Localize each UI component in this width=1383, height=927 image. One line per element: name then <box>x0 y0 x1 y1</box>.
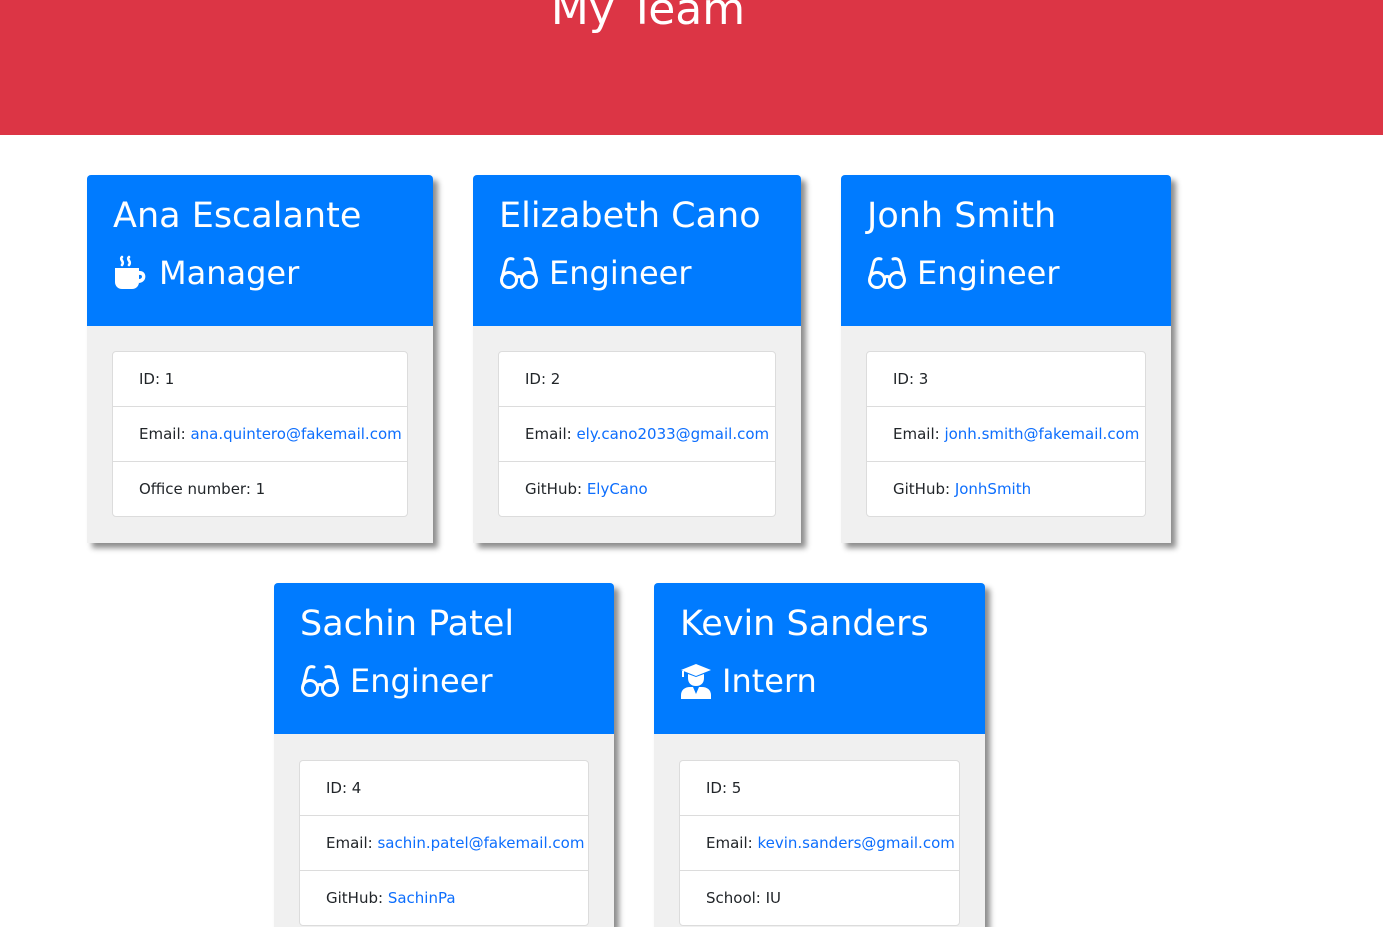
email-label: Email: <box>326 834 378 852</box>
details-list: ID: 3 Email: jonh.smith@fakemail.com Git… <box>866 351 1146 517</box>
list-item-email: Email: sachin.patel@fakemail.com <box>300 815 588 870</box>
card-header: Kevin Sanders Intern <box>654 583 985 734</box>
email-link[interactable]: kevin.sanders@gmail.com <box>757 834 954 852</box>
github-label: GitHub: <box>525 480 587 498</box>
list-item-email: Email: ana.quintero@fakemail.com <box>113 406 407 461</box>
email-label: Email: <box>893 425 945 443</box>
list-item-github: GitHub: SachinPa <box>300 870 588 925</box>
role-label: Engineer <box>917 254 1060 292</box>
id-label: ID: <box>139 370 165 388</box>
list-item-email: Email: kevin.sanders@gmail.com <box>680 815 959 870</box>
list-item-github: GitHub: ElyCano <box>499 461 775 516</box>
id-label: ID: <box>326 779 352 797</box>
github-label: GitHub: <box>326 889 388 907</box>
list-item-id: ID: 2 <box>499 352 775 406</box>
list-item-school: School: IU <box>680 870 959 925</box>
details-list: ID: 4 Email: sachin.patel@fakemail.com G… <box>299 760 589 926</box>
employee-name: Sachin Patel <box>300 604 515 644</box>
email-link[interactable]: jonh.smith@fakemail.com <box>944 425 1139 443</box>
glasses-icon <box>868 257 906 289</box>
employee-card: Kevin Sanders Intern ID: 5 Email: kevin.… <box>654 583 985 927</box>
list-item-id: ID: 4 <box>300 761 588 815</box>
id-label: ID: <box>525 370 551 388</box>
github-link[interactable]: ElyCano <box>587 480 648 498</box>
id-value: 2 <box>550 370 561 388</box>
id-value: 3 <box>918 370 929 388</box>
office-label: Office number: <box>139 480 256 498</box>
page-title: My Team <box>550 0 746 35</box>
employee-role: Manager <box>113 253 433 293</box>
employee-card: Sachin Patel Engineer ID: 4 Email: sachi… <box>274 583 614 927</box>
employee-name: Kevin Sanders <box>680 604 929 644</box>
list-item-id: ID: 1 <box>113 352 407 406</box>
card-header: Elizabeth Cano Engineer <box>473 175 801 326</box>
employee-name: Jonh Smith <box>867 196 1057 236</box>
id-value: 1 <box>164 370 175 388</box>
list-item-email: Email: ely.cano2033@gmail.com <box>499 406 775 461</box>
id-label: ID: <box>706 779 732 797</box>
role-label: Intern <box>722 662 817 700</box>
role-label: Manager <box>159 254 300 292</box>
employee-card: Jonh Smith Engineer ID: 3 Email: jonh.sm… <box>841 175 1171 543</box>
employee-name: Elizabeth Cano <box>499 196 761 236</box>
employee-role: Engineer <box>499 253 801 293</box>
github-label: GitHub: <box>893 480 955 498</box>
employee-role: Intern <box>680 661 985 701</box>
email-link[interactable]: sachin.patel@fakemail.com <box>377 834 584 852</box>
card-header: Jonh Smith Engineer <box>841 175 1171 326</box>
office-value: 1 <box>255 480 266 498</box>
graduate-icon <box>681 664 711 699</box>
email-link[interactable]: ana.quintero@fakemail.com <box>190 425 401 443</box>
card-header: Ana Escalante Manager <box>87 175 433 326</box>
employee-role: Engineer <box>867 253 1171 293</box>
email-label: Email: <box>706 834 758 852</box>
id-label: ID: <box>893 370 919 388</box>
employee-card: Ana Escalante Manager ID: 1 Email: ana.q… <box>87 175 433 543</box>
role-label: Engineer <box>549 254 692 292</box>
email-link[interactable]: ely.cano2033@gmail.com <box>576 425 769 443</box>
employee-role: Engineer <box>300 661 614 701</box>
id-value: 4 <box>351 779 362 797</box>
school-label: School: <box>706 889 766 907</box>
email-label: Email: <box>139 425 191 443</box>
glasses-icon <box>500 257 538 289</box>
glasses-icon <box>301 665 339 697</box>
details-list: ID: 2 Email: ely.cano2033@gmail.com GitH… <box>498 351 776 517</box>
github-link[interactable]: JonhSmith <box>955 480 1031 498</box>
details-list: ID: 5 Email: kevin.sanders@gmail.com Sch… <box>679 760 960 926</box>
list-item-id: ID: 3 <box>867 352 1145 406</box>
list-item-office: Office number: 1 <box>113 461 407 516</box>
list-item-id: ID: 5 <box>680 761 959 815</box>
school-value: IU <box>765 889 782 907</box>
github-link[interactable]: SachinPa <box>388 889 456 907</box>
list-item-email: Email: jonh.smith@fakemail.com <box>867 406 1145 461</box>
role-label: Engineer <box>350 662 493 700</box>
email-label: Email: <box>525 425 577 443</box>
page-header: My Team <box>0 0 1383 135</box>
details-list: ID: 1 Email: ana.quintero@fakemail.com O… <box>112 351 408 517</box>
employee-card: Elizabeth Cano Engineer ID: 2 Email: ely… <box>473 175 801 543</box>
mug-hot-icon <box>115 255 146 289</box>
id-value: 5 <box>731 779 742 797</box>
card-header: Sachin Patel Engineer <box>274 583 614 734</box>
employee-name: Ana Escalante <box>113 196 362 236</box>
list-item-github: GitHub: JonhSmith <box>867 461 1145 516</box>
